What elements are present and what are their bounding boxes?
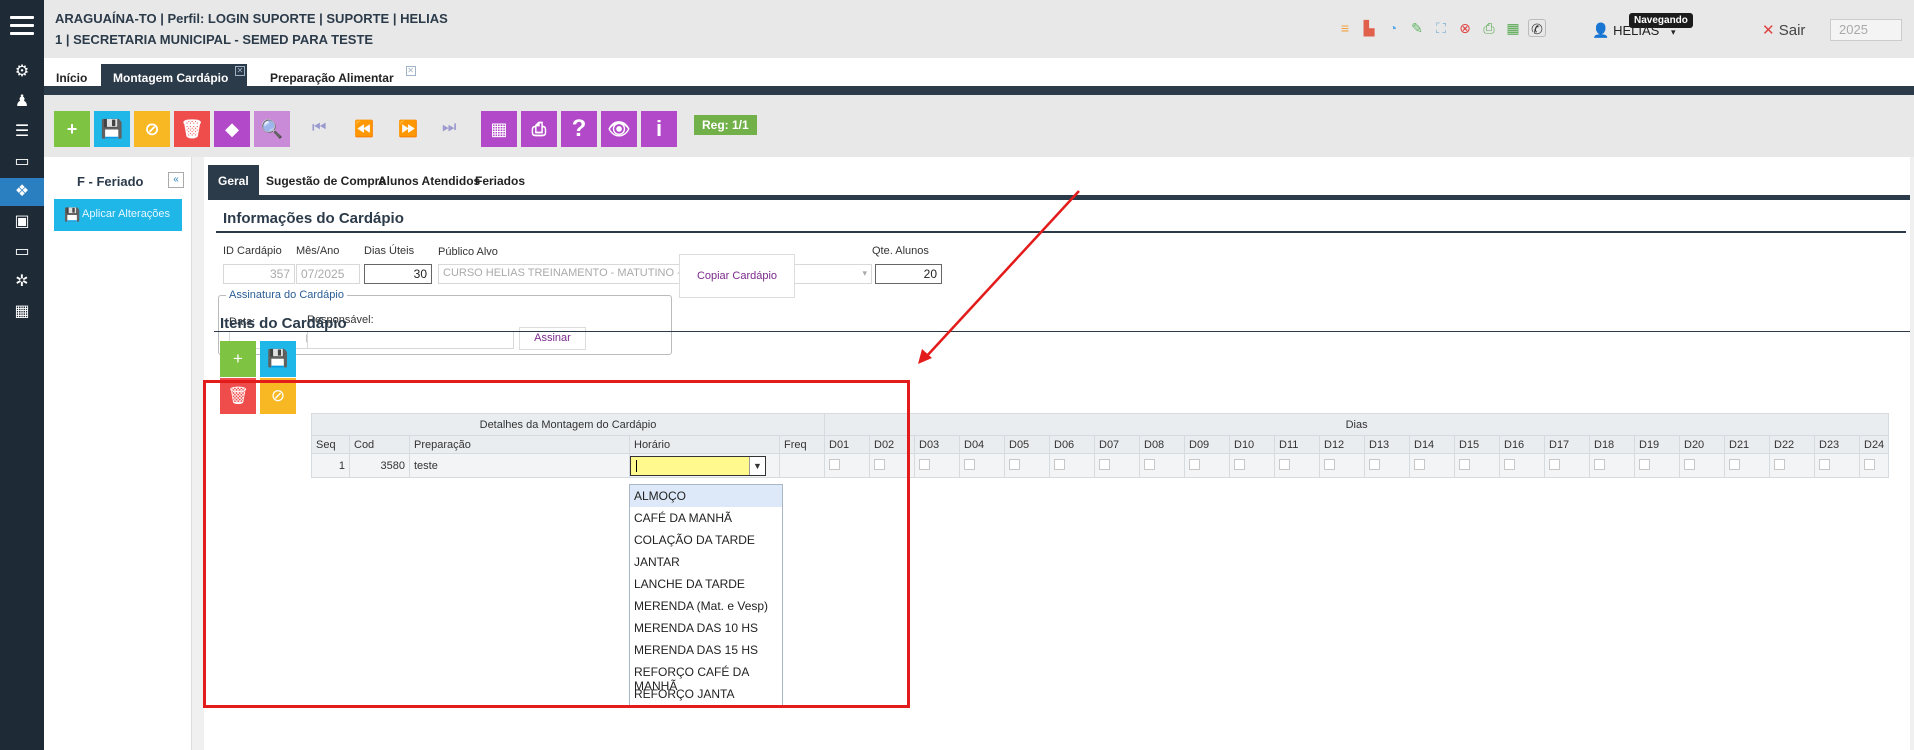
arrow-line — [924, 190, 1080, 359]
annotation-arrow — [918, 190, 1080, 364]
